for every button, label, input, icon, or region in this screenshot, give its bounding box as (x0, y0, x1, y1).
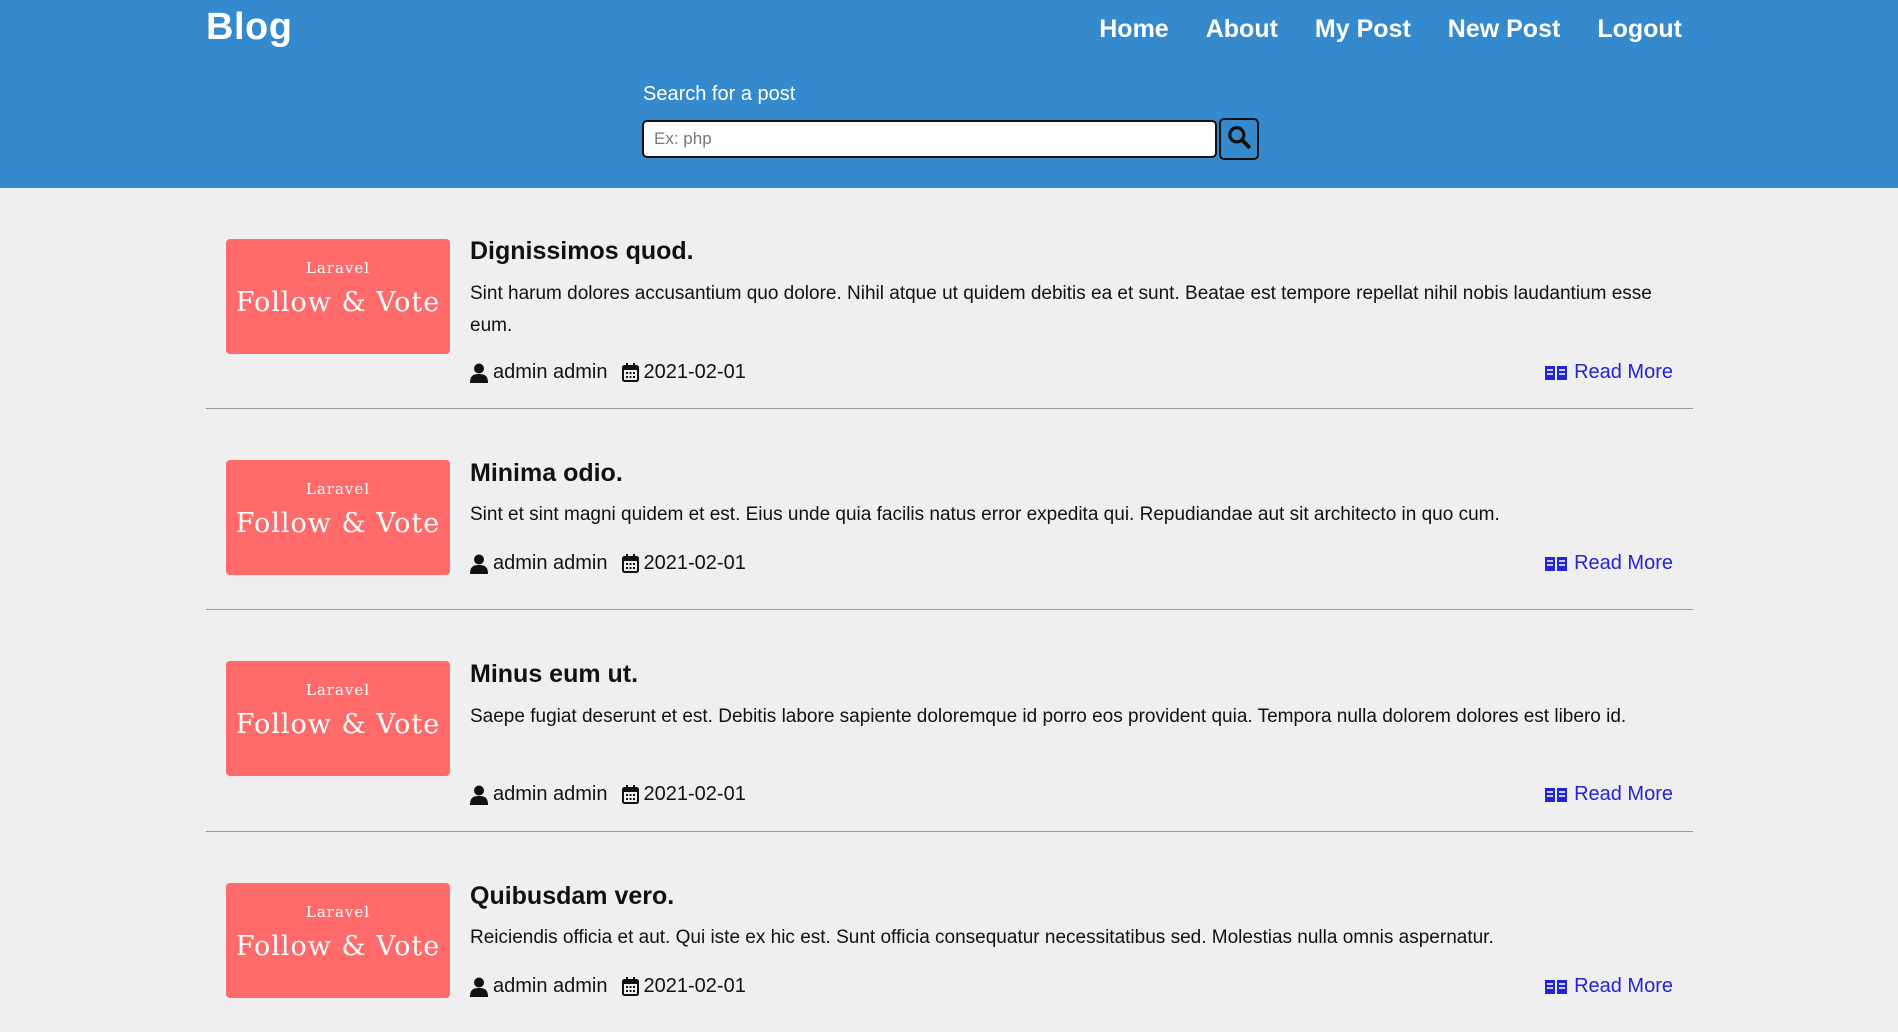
post-date: 2021-02-01 (643, 552, 746, 574)
post-title[interactable]: Minus eum ut. (470, 660, 1673, 689)
post-thumbnail[interactable]: Laravel Follow & Vote (226, 661, 450, 776)
post-title[interactable]: Quibusdam vero. (470, 882, 1673, 911)
main-nav: Home About My Post New Post Logout (1099, 15, 1682, 44)
read-more-link[interactable]: Read More (1544, 361, 1673, 384)
post-card: Laravel Follow & Vote Dignissimos quod. … (206, 188, 1693, 409)
nav-my-post[interactable]: My Post (1315, 15, 1411, 44)
thumbnail-small-text: Laravel (305, 259, 371, 277)
thumbnail-big-text: Follow & Vote (235, 508, 441, 539)
thumbnail-big-text: Follow & Vote (235, 709, 441, 740)
site-header: Blog Home About My Post New Post Logout … (0, 0, 1898, 188)
post-author: admin admin (493, 361, 608, 383)
read-more-link[interactable]: Read More (1544, 975, 1673, 998)
post-excerpt: Saepe fugiat deserunt et est. Debitis la… (470, 706, 1627, 727)
search-button[interactable] (1219, 118, 1259, 160)
thumbnail-big-text: Follow & Vote (235, 931, 441, 962)
post-meta: admin admin 2021-02-01 (470, 552, 746, 575)
post-date: 2021-02-01 (643, 783, 746, 805)
book-open-icon (1544, 978, 1568, 996)
read-more-link[interactable]: Read More (1544, 552, 1673, 575)
post-thumbnail[interactable]: Laravel Follow & Vote (226, 239, 450, 354)
read-more-label: Read More (1574, 783, 1673, 805)
post-meta: admin admin 2021-02-01 (470, 361, 746, 384)
post-thumbnail[interactable]: Laravel Follow & Vote (226, 460, 450, 575)
post-excerpt: Sint et sint magni quidem et est. Eius u… (470, 504, 1500, 525)
post-excerpt: Reiciendis officia et aut. Qui iste ex h… (470, 927, 1494, 948)
post-card: Laravel Follow & Vote Quibusdam vero. Re… (206, 832, 1693, 1032)
user-icon (470, 363, 488, 383)
search-icon (1226, 124, 1252, 155)
thumbnail-small-text: Laravel (305, 903, 371, 921)
post-date: 2021-02-01 (643, 361, 746, 383)
post-content: Minus eum ut. Saepe fugiat deserunt et e… (470, 660, 1673, 825)
user-icon (470, 977, 488, 997)
post-content: Quibusdam vero. Reiciendis officia et au… (470, 882, 1673, 1022)
post-title[interactable]: Minima odio. (470, 459, 1673, 488)
search-form (642, 118, 1259, 160)
nav-logout[interactable]: Logout (1597, 15, 1682, 44)
read-more-link[interactable]: Read More (1544, 783, 1673, 806)
calendar-icon (621, 785, 639, 804)
search-input[interactable] (642, 120, 1217, 158)
nav-about[interactable]: About (1206, 15, 1278, 44)
post-meta: admin admin 2021-02-01 (470, 975, 746, 998)
post-author: admin admin (493, 552, 608, 574)
post-meta: admin admin 2021-02-01 (470, 783, 746, 806)
post-content: Dignissimos quod. Sint harum dolores acc… (470, 237, 1673, 402)
post-date: 2021-02-01 (643, 975, 746, 997)
post-card: Laravel Follow & Vote Minima odio. Sint … (206, 409, 1693, 610)
book-open-icon (1544, 555, 1568, 573)
nav-new-post[interactable]: New Post (1448, 15, 1561, 44)
post-list: Laravel Follow & Vote Dignissimos quod. … (206, 188, 1693, 1032)
calendar-icon (621, 554, 639, 573)
user-icon (470, 785, 488, 805)
post-content: Minima odio. Sint et sint magni quidem e… (470, 459, 1673, 599)
calendar-icon (621, 977, 639, 996)
post-card: Laravel Follow & Vote Minus eum ut. Saep… (206, 610, 1693, 832)
post-title[interactable]: Dignissimos quod. (470, 237, 1673, 266)
book-open-icon (1544, 364, 1568, 382)
book-open-icon (1544, 786, 1568, 804)
search-label: Search for a post (643, 83, 796, 105)
user-icon (470, 554, 488, 574)
calendar-icon (621, 363, 639, 382)
read-more-label: Read More (1574, 975, 1673, 997)
thumbnail-small-text: Laravel (305, 681, 371, 699)
post-excerpt: Sint harum dolores accusantium quo dolor… (470, 283, 1652, 336)
post-author: admin admin (493, 975, 608, 997)
read-more-label: Read More (1574, 361, 1673, 383)
post-thumbnail[interactable]: Laravel Follow & Vote (226, 883, 450, 998)
nav-home[interactable]: Home (1099, 15, 1168, 44)
brand-logo[interactable]: Blog (206, 6, 292, 49)
thumbnail-small-text: Laravel (305, 480, 371, 498)
post-author: admin admin (493, 783, 608, 805)
read-more-label: Read More (1574, 552, 1673, 574)
thumbnail-big-text: Follow & Vote (235, 287, 441, 318)
